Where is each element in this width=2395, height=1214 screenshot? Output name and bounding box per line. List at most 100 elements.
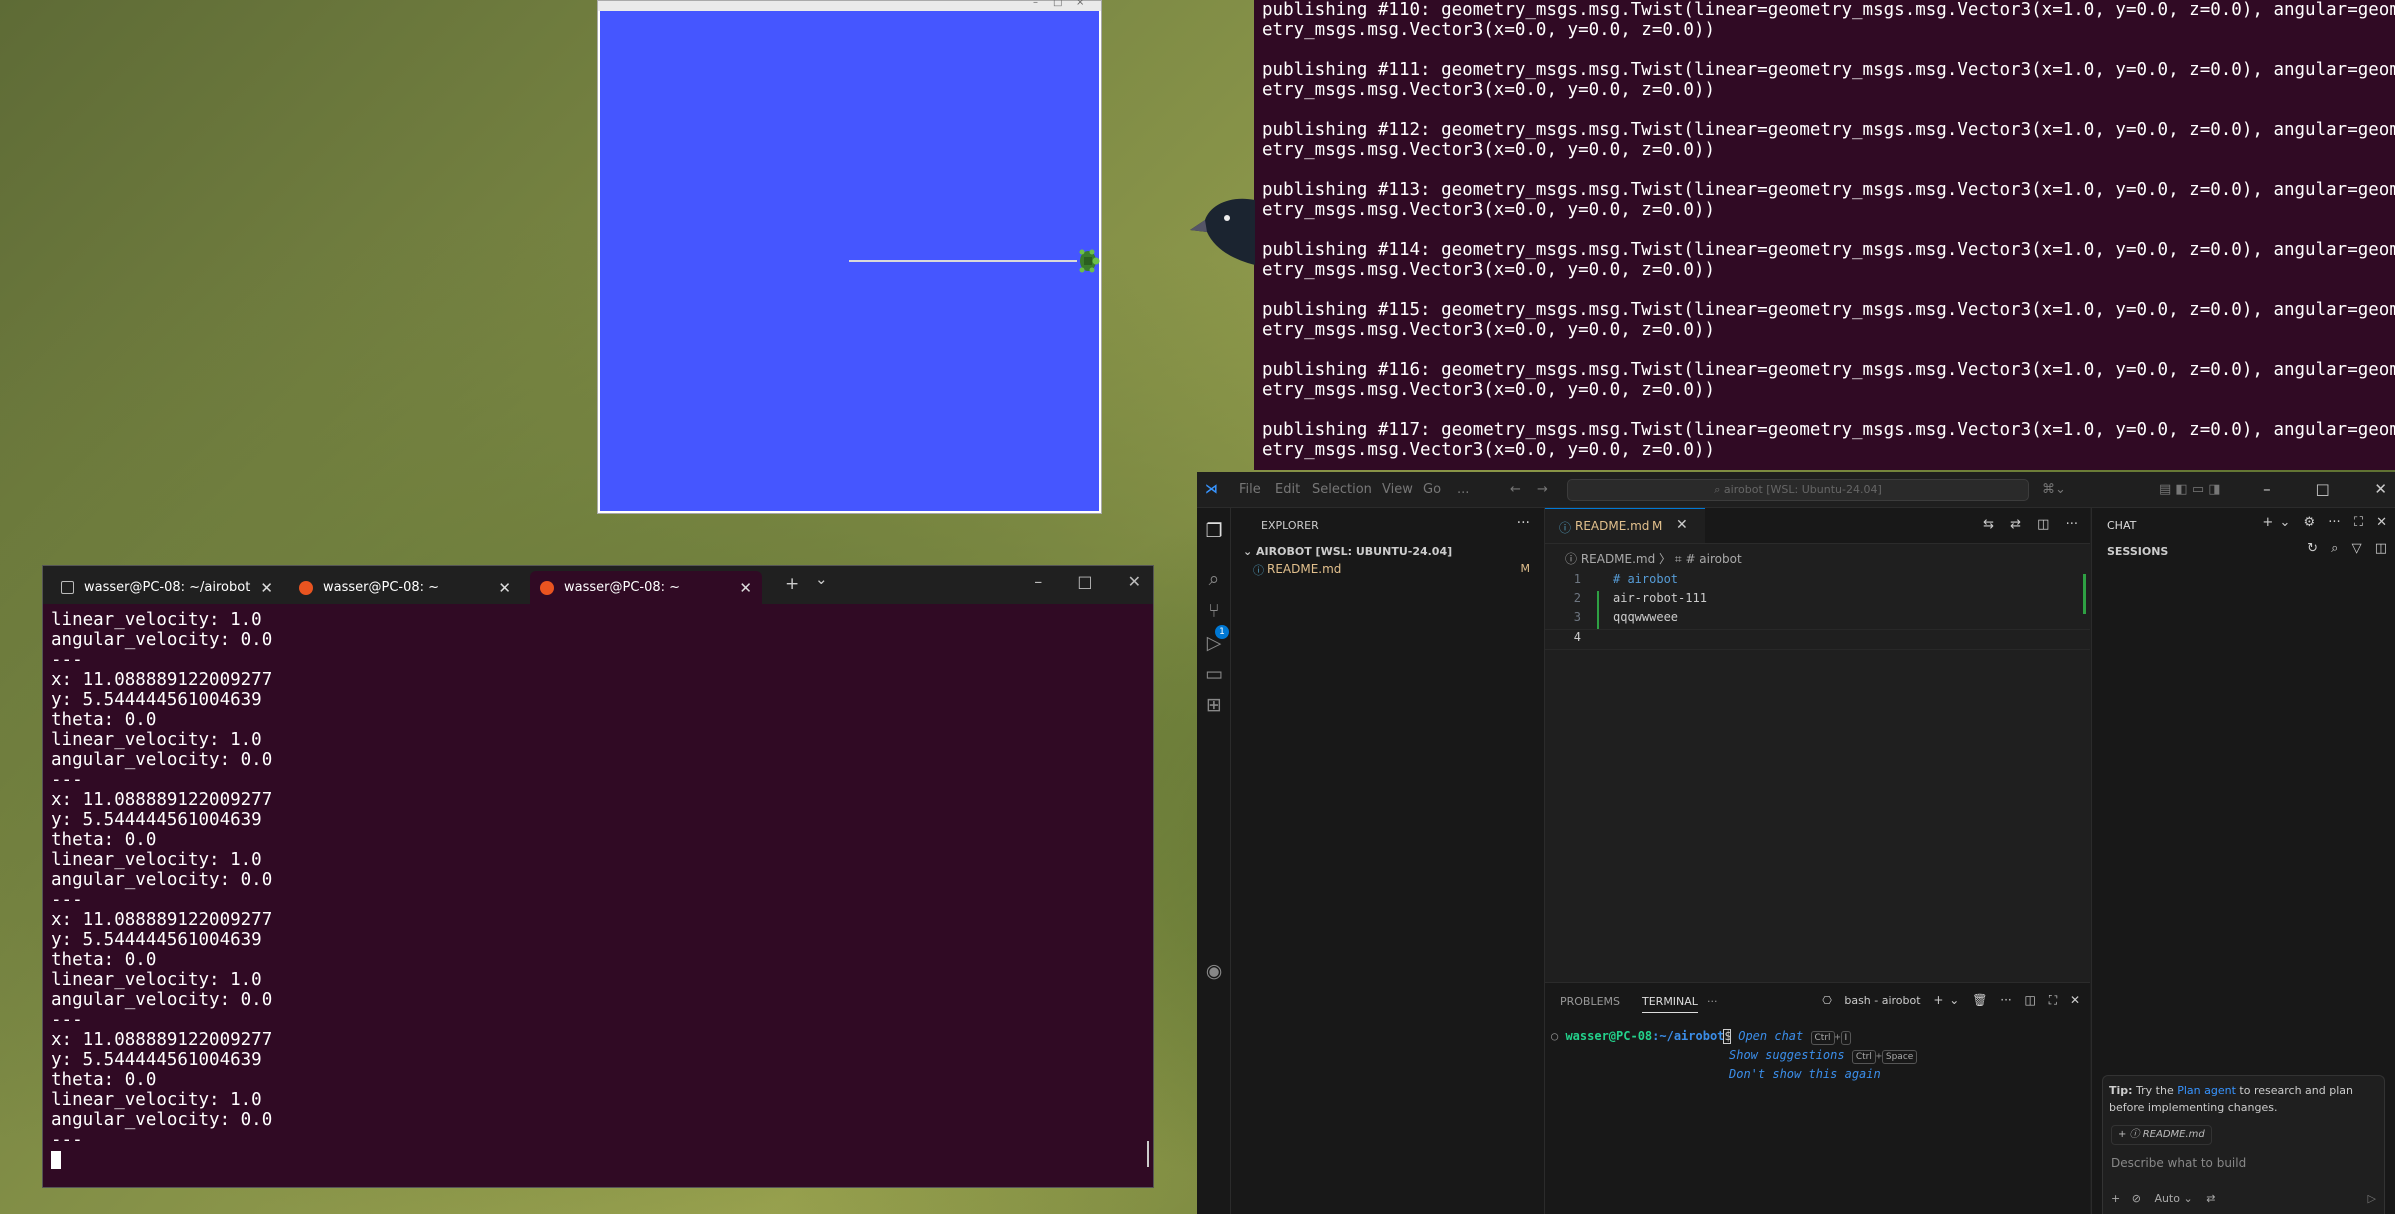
hint-open-chat[interactable]: Open chat <box>1738 1029 1803 1043</box>
vscode-titlebar: ⋊ File Edit Selection View Go ... ← → ⌕ … <box>1197 472 2395 508</box>
prompt-user: wasser@PC-08 <box>1565 1029 1653 1043</box>
split-editor-icon[interactable]: ◫ <box>2037 517 2049 532</box>
more-actions-icon[interactable]: ··· <box>2328 515 2340 530</box>
menu-edit[interactable]: Edit <box>1275 482 1300 497</box>
vscode-logo-icon: ⋊ <box>1205 482 1218 497</box>
tab-label: wasser@PC-08: ~ <box>323 580 440 595</box>
more-actions-icon[interactable]: ··· <box>2066 517 2078 532</box>
code-line: 4 <box>1545 629 2090 650</box>
explorer-icon[interactable]: ❐ <box>1203 520 1225 542</box>
terminal-dropdown-icon[interactable]: ⌄ <box>1949 993 1959 1007</box>
close-tab-icon[interactable]: ✕ <box>260 579 273 597</box>
tab-problems[interactable]: PROBLEMS <box>1560 995 1620 1008</box>
minimize-button[interactable]: – <box>1033 0 1038 8</box>
code-editor[interactable]: 1 # airobot 2 air-robot-111 3 qqqwwweee 4 <box>1545 572 2090 650</box>
source-control-icon[interactable]: ⑂ <box>1203 600 1225 622</box>
copilot-icon[interactable]: ⌘⌄ <box>2042 482 2066 497</box>
search-icon[interactable]: ⌕ <box>1203 568 1225 590</box>
more-actions-icon[interactable]: ··· <box>1517 515 1530 531</box>
account-icon[interactable]: ◉ <box>1203 960 1225 982</box>
maximize-button[interactable]: □ <box>1053 0 1062 8</box>
tab-terminal[interactable]: TERMINAL <box>1642 995 1698 1013</box>
close-tab-icon[interactable]: ✕ <box>1676 517 1688 533</box>
line-number: 4 <box>1573 630 1581 644</box>
maximize-icon[interactable]: ⛶ <box>2354 515 2363 530</box>
filter-icon[interactable]: ▽ <box>2352 541 2362 556</box>
hint-dont-show[interactable]: Don't show this again <box>1729 1067 1881 1081</box>
publisher-terminal[interactable]: publishing #110: geometry_msgs.msg.Twist… <box>1254 0 2395 470</box>
settings-icon[interactable]: ⇄ <box>2206 1192 2215 1205</box>
new-tab-button[interactable]: + <box>785 574 799 594</box>
chat-input-box: Tip: Try the Plan agent to research and … <box>2102 1075 2385 1214</box>
tab-label: README.md <box>1575 519 1650 533</box>
kill-terminal-icon[interactable]: 🗑 <box>1972 993 1987 1007</box>
gear-icon[interactable]: ⚙ <box>2304 515 2316 530</box>
close-icon[interactable]: ✕ <box>2376 515 2387 530</box>
forward-arrow-icon[interactable]: → <box>1537 482 1548 497</box>
explorer-header: EXPLORER <box>1261 519 1319 532</box>
more-actions-icon[interactable]: ··· <box>2000 993 2011 1007</box>
workspace-folder[interactable]: ⌄ AIROBOT [WSL: UBUNTU-24.04] <box>1243 545 1452 558</box>
integrated-terminal[interactable]: ○ wasser@PC-08:~/airobot$ Open chat Ctrl… <box>1551 1027 1918 1084</box>
tab-airobot[interactable]: wasser@PC-08: ~/airobot ✕ <box>51 571 283 604</box>
menu-view[interactable]: View <box>1382 482 1413 497</box>
folder-label: AIROBOT [WSL: UBUNTU-24.04] <box>1256 545 1453 558</box>
close-tab-icon[interactable]: ✕ <box>498 579 511 597</box>
add-context-icon[interactable]: + <box>2111 1192 2120 1205</box>
extensions-icon[interactable]: ⊞ <box>1203 694 1225 716</box>
menu-selection[interactable]: Selection <box>1312 482 1372 497</box>
tools-icon[interactable]: ⊘ <box>2132 1192 2141 1205</box>
wallpaper-bird <box>1190 198 1255 265</box>
chat-input[interactable]: Describe what to build <box>2111 1156 2246 1170</box>
close-panel-icon[interactable]: ✕ <box>2070 993 2080 1007</box>
search-icon[interactable]: ⌕ <box>2331 541 2338 556</box>
hint-show-suggestions[interactable]: Show suggestions <box>1729 1048 1845 1062</box>
tab-dropdown-icon[interactable]: ⌄ <box>815 570 828 588</box>
refresh-icon[interactable]: ↻ <box>2307 541 2318 556</box>
vscode-window: ⋊ File Edit Selection View Go ... ← → ⌕ … <box>1197 472 2395 1214</box>
split-panel-icon[interactable]: ◫ <box>2025 993 2036 1007</box>
attachment-chip[interactable]: + ⓘ README.md <box>2111 1125 2212 1145</box>
close-button[interactable]: × <box>1076 0 1084 8</box>
remote-explorer-icon[interactable]: ▭ <box>1203 663 1225 685</box>
compare-icon[interactable]: ⇆ <box>1983 517 1994 532</box>
close-tab-icon[interactable]: ✕ <box>739 579 752 597</box>
added-gutter <box>1597 610 1599 629</box>
terminal-output[interactable]: linear_velocity: 1.0 angular_velocity: 0… <box>43 604 1153 1170</box>
menu-go[interactable]: Go <box>1423 482 1441 497</box>
menu-more[interactable]: ... <box>1457 482 1469 497</box>
line-number: 2 <box>1573 591 1581 605</box>
tab-readme[interactable]: ⓘ README.md M ✕ <box>1545 508 1705 543</box>
tab-home-1[interactable]: wasser@PC-08: ~ ✕ <box>289 571 521 604</box>
minimize-button[interactable]: – <box>1034 572 1042 591</box>
breadcrumb[interactable]: ⓘ README.md 〉 ⌗ # airobot <box>1565 550 1742 567</box>
turtlesim-canvas <box>600 11 1100 511</box>
tab-label: wasser@PC-08: ~/airobot <box>84 580 251 595</box>
open-changes-icon[interactable]: ⇄ <box>2010 517 2021 532</box>
info-icon: ⓘ <box>1559 521 1572 535</box>
toggle-sidebar-icon[interactable]: ◫ <box>2375 541 2387 556</box>
minimap-change-marker <box>2083 574 2086 614</box>
shell-selector[interactable]: ⎔ bash - airobot <box>1822 994 1920 1007</box>
maximize-panel-icon[interactable]: ⛶ <box>2049 993 2057 1007</box>
chat-dropdown-icon[interactable]: ⌄ <box>2279 515 2290 530</box>
close-button[interactable]: ✕ <box>2374 480 2387 498</box>
panel-more-icon[interactable]: ··· <box>1707 995 1718 1008</box>
back-arrow-icon[interactable]: ← <box>1510 482 1521 497</box>
scrollbar[interactable] <box>1147 1141 1149 1167</box>
file-readme[interactable]: ⓘ README.md M <box>1231 559 1544 579</box>
menu-file[interactable]: File <box>1239 482 1261 497</box>
publisher-output: publishing #110: geometry_msgs.msg.Twist… <box>1262 0 2395 460</box>
command-search[interactable]: ⌕ airobot [WSL: Ubuntu-24.04] <box>1567 479 2029 501</box>
layout-icon[interactable]: ▤ ◧ ▭ ◨ <box>2159 482 2221 497</box>
minimize-button[interactable]: – <box>2263 480 2271 498</box>
new-terminal-icon[interactable]: + <box>1933 993 1943 1007</box>
new-chat-icon[interactable]: + <box>2262 515 2273 530</box>
maximize-button[interactable]: □ <box>1077 572 1092 591</box>
close-button[interactable]: ✕ <box>1128 572 1141 591</box>
send-icon[interactable]: ▷ <box>2368 1192 2376 1205</box>
plan-agent-link[interactable]: Plan agent <box>2177 1084 2236 1097</box>
tab-home-2[interactable]: wasser@PC-08: ~ ✕ <box>530 571 762 604</box>
mode-selector[interactable]: Auto ⌄ <box>2154 1192 2192 1205</box>
maximize-button[interactable]: □ <box>2315 480 2329 498</box>
